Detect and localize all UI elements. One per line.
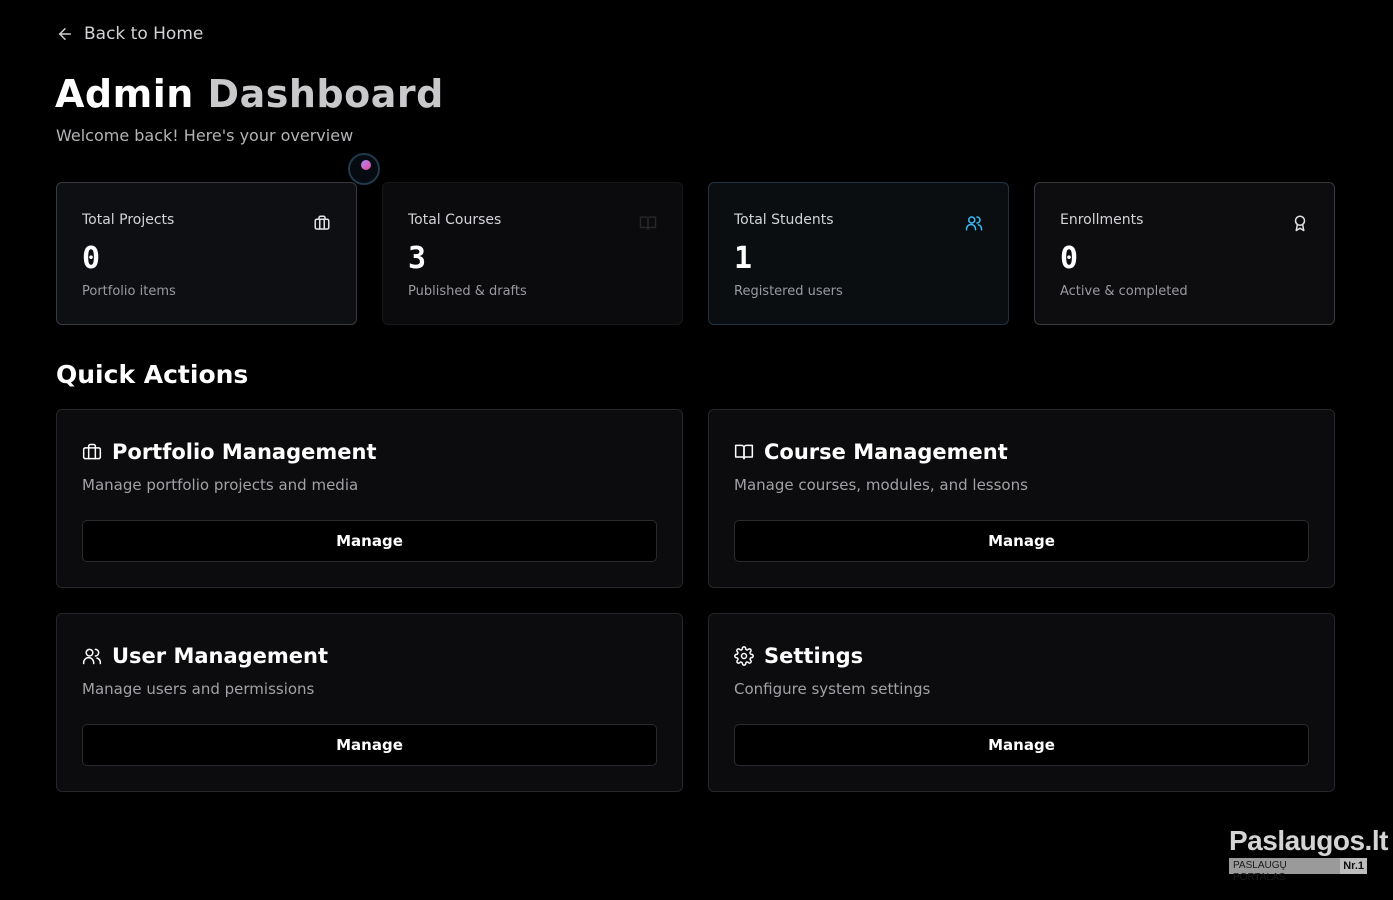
- action-card-header: Portfolio Management: [82, 440, 377, 464]
- stat-label: Total Courses: [408, 212, 502, 228]
- watermark-brand: Paslaugos.lt: [1229, 825, 1388, 856]
- back-to-home-link[interactable]: Back to Home: [56, 24, 203, 44]
- manage-courses-button[interactable]: Manage: [734, 520, 1309, 562]
- stat-card-total-projects: Total Projects 0 Portfolio items: [56, 182, 357, 325]
- admin-dashboard-page: Back to Home Admin Dashboard Welcome bac…: [0, 0, 1393, 900]
- quick-actions-title: Quick Actions: [56, 360, 249, 389]
- watermark-bar: PASLAUGŲ PORTALAS Nr.1: [1229, 858, 1367, 883]
- page-title-part2: Dashboard: [207, 72, 444, 116]
- action-card-desc: Manage courses, modules, and lessons: [734, 476, 1028, 494]
- stat-value: 0: [1060, 241, 1079, 276]
- cursor-indicator: [348, 153, 380, 185]
- briefcase-icon: [82, 443, 102, 460]
- action-card-settings: Settings Configure system settings Manag…: [708, 613, 1335, 792]
- stat-label: Enrollments: [1060, 212, 1144, 228]
- action-card-title: Portfolio Management: [112, 440, 377, 464]
- action-card-header: Settings: [734, 644, 863, 668]
- action-card-courses: Course Management Manage courses, module…: [708, 409, 1335, 588]
- action-card-title: Settings: [764, 644, 864, 668]
- stat-desc: Published & drafts: [408, 284, 527, 299]
- stat-desc: Registered users: [734, 284, 843, 299]
- action-card-portfolio: Portfolio Management Manage portfolio pr…: [56, 409, 683, 588]
- stat-value: 1: [734, 241, 753, 276]
- stat-card-enrollments: Enrollments 0 Active & completed: [1034, 182, 1335, 325]
- stats-row: Total Projects 0 Portfolio items Total C…: [56, 182, 1336, 325]
- briefcase-icon: [313, 214, 331, 232]
- page-subtitle: Welcome back! Here's your overview: [56, 126, 354, 145]
- action-card-desc: Manage portfolio projects and media: [82, 476, 359, 494]
- action-card-users: User Management Manage users and permiss…: [56, 613, 683, 792]
- users-icon: [965, 214, 983, 232]
- action-card-desc: Manage users and permissions: [82, 680, 315, 698]
- action-card-title: Course Management: [764, 440, 1008, 464]
- users-icon: [82, 648, 102, 665]
- manage-settings-button[interactable]: Manage: [734, 724, 1309, 766]
- stat-label: Total Projects: [82, 212, 175, 228]
- action-card-header: Course Management: [734, 440, 1008, 464]
- arrow-left-icon: [59, 28, 71, 40]
- manage-portfolio-button[interactable]: Manage: [82, 520, 657, 562]
- stat-desc: Portfolio items: [82, 284, 176, 299]
- page-title: Admin Dashboard: [55, 72, 444, 116]
- back-link-label: Back to Home: [84, 24, 204, 44]
- watermark-rank: Nr.1: [1340, 858, 1367, 874]
- stat-value: 0: [82, 241, 101, 276]
- gear-icon: [734, 646, 754, 666]
- action-card-title: User Management: [112, 644, 329, 668]
- stat-card-total-students: Total Students 1 Registered users: [708, 182, 1009, 325]
- manage-users-button[interactable]: Manage: [82, 724, 657, 766]
- stat-value: 3: [408, 241, 427, 276]
- page-title-part1: Admin: [55, 72, 194, 116]
- action-card-desc: Configure system settings: [734, 680, 931, 698]
- stat-desc: Active & completed: [1060, 284, 1188, 299]
- book-icon: [639, 214, 657, 232]
- watermark-tagline: PASLAUGŲ PORTALAS: [1229, 858, 1341, 883]
- book-icon: [734, 444, 754, 460]
- action-card-header: User Management: [82, 644, 328, 668]
- stat-card-total-courses: Total Courses 3 Published & drafts: [382, 182, 683, 325]
- paslaugos-watermark-logo: Paslaugos.lt PASLAUGŲ PORTALAS Nr.1: [1229, 825, 1388, 883]
- stat-label: Total Students: [734, 212, 834, 228]
- award-icon: [1291, 214, 1309, 232]
